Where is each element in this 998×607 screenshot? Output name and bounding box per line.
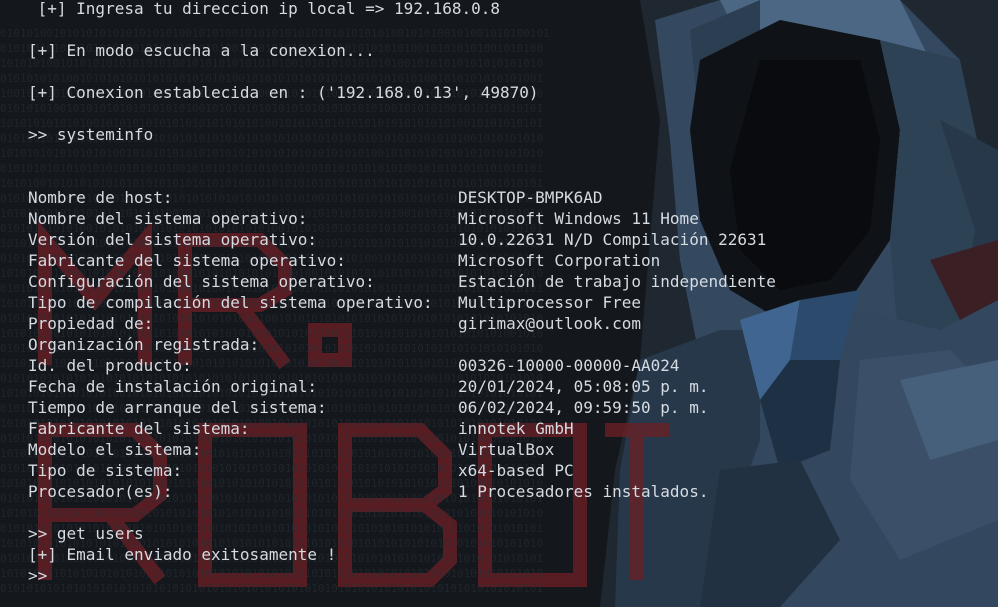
systeminfo-key: Configuración del sistema operativo: — [28, 272, 375, 291]
systeminfo-row: Organización registrada: — [28, 334, 259, 355]
systeminfo-row: Versión del sistema operativo: 10.0.2263… — [28, 229, 766, 250]
systeminfo-value: Microsoft Windows 11 Home — [458, 209, 699, 228]
systeminfo-value: 00326-10000-00000-AA024 — [458, 356, 680, 375]
systeminfo-value: VirtualBox — [458, 440, 555, 459]
systeminfo-row: Tiempo de arranque del sistema: 06/02/20… — [28, 397, 708, 418]
systeminfo-row: Id. del producto: 00326-10000-00000-AA02… — [28, 355, 680, 376]
systeminfo-value: Estación de trabajo independiente — [458, 272, 776, 291]
systeminfo-key: Fabricante del sistema operativo: — [28, 251, 346, 270]
intro-connection-line: [+] Conexion establecida en : ('192.168.… — [28, 83, 539, 102]
intro-listening-line: [+] En modo escucha a la conexion... — [28, 41, 375, 60]
systeminfo-row: Fabricante del sistema: innotek GmbH — [28, 418, 574, 439]
systeminfo-row: Configuración del sistema operativo: Est… — [28, 271, 776, 292]
systeminfo-row: Tipo de compilación del sistema operativ… — [28, 292, 641, 313]
command-get-users: >> get users — [28, 524, 144, 543]
systeminfo-key: Fabricante del sistema: — [28, 419, 250, 438]
systeminfo-key: Tipo de compilación del sistema operativ… — [28, 293, 433, 312]
systeminfo-value: girimax@outlook.com — [458, 314, 642, 333]
systeminfo-key: Nombre de host: — [28, 188, 173, 207]
systeminfo-key: Modelo el sistema: — [28, 440, 202, 459]
systeminfo-row: Modelo el sistema: VirtualBox — [28, 439, 554, 460]
systeminfo-row: Nombre del sistema operativo: Microsoft … — [28, 208, 699, 229]
systeminfo-value: 06/02/2024, 09:59:50 p. m. — [458, 398, 709, 417]
terminal-output[interactable]: [+] Ingresa tu direccion ip local => 192… — [0, 0, 998, 607]
email-status-line: [+] Email enviado exitosamente ! — [28, 545, 337, 564]
systeminfo-value: x64-based PC — [458, 461, 574, 480]
systeminfo-row: Nombre de host: DESKTOP-BMPK6AD — [28, 187, 603, 208]
command-systeminfo: >> systeminfo — [28, 125, 154, 144]
systeminfo-row: Fabricante del sistema operativo: Micros… — [28, 250, 660, 271]
systeminfo-key: Nombre del sistema operativo: — [28, 209, 308, 228]
systeminfo-value: 20/01/2024, 05:08:05 p. m. — [458, 377, 709, 396]
systeminfo-row: Procesador(es): 1 Procesadores instalado… — [28, 481, 708, 502]
intro-local-ip-line: [+] Ingresa tu direccion ip local => 192… — [28, 0, 501, 18]
terminal-prompt[interactable]: >> — [28, 565, 47, 586]
systeminfo-value: Multiprocessor Free — [458, 293, 642, 312]
systeminfo-value: 10.0.22631 N/D Compilación 22631 — [458, 230, 767, 249]
systeminfo-value: 1 Procesadores instalados. — [458, 482, 709, 501]
systeminfo-row: Tipo de sistema: x64-based PC — [28, 460, 574, 481]
systeminfo-key: Id. del producto: — [28, 356, 192, 375]
systeminfo-value: innotek GmbH — [458, 419, 574, 438]
systeminfo-key: Procesador(es): — [28, 482, 173, 501]
systeminfo-row: Propiedad de: girimax@outlook.com — [28, 313, 641, 334]
systeminfo-key: Tipo de sistema: — [28, 461, 183, 480]
systeminfo-key: Organización registrada: — [28, 335, 260, 354]
systeminfo-key: Tiempo de arranque del sistema: — [28, 398, 327, 417]
systeminfo-key: Propiedad de: — [28, 314, 154, 333]
systeminfo-value: DESKTOP-BMPK6AD — [458, 188, 603, 207]
systeminfo-row: Fecha de instalación original: 20/01/202… — [28, 376, 708, 397]
systeminfo-value: Microsoft Corporation — [458, 251, 661, 270]
systeminfo-key: Versión del sistema operativo: — [28, 230, 317, 249]
systeminfo-key: Fecha de instalación original: — [28, 377, 317, 396]
